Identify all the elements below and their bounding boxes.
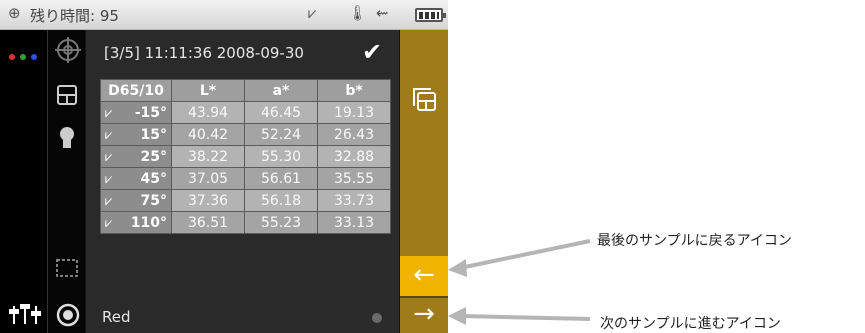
a-value: 55.23: [244, 211, 318, 234]
l-value: 40.42: [171, 123, 245, 146]
remaining-time-label: 残り時間: 95: [30, 7, 119, 25]
angle-icon: ⩗: [105, 149, 113, 165]
table-row: ⩗ 110° 36.51 55.23 33.13: [100, 211, 391, 234]
angle-cell: ⩗ -15°: [100, 101, 172, 124]
check-icon[interactable]: ✔: [362, 38, 382, 66]
mode-toolbar: [47, 30, 85, 333]
angle-cell: ⩗ 45°: [100, 167, 172, 190]
table-header-row: D65/10 L* a* b*: [100, 79, 391, 102]
a-value: 56.61: [244, 167, 318, 190]
b-value: 26.43: [317, 123, 391, 146]
b-value: 35.55: [317, 167, 391, 190]
selection-frame-icon[interactable]: [55, 258, 79, 278]
color-data-table: D65/10 L* a* b* ⩗ -15° 43.94 46.45 19.13 …: [100, 79, 391, 234]
angle-icon: ⩗: [105, 127, 113, 143]
menu-dots-icon[interactable]: [8, 46, 42, 60]
target-icon: ⊕: [8, 4, 21, 22]
column-header-illuminant: D65/10: [100, 79, 172, 102]
l-value: 38.22: [171, 145, 245, 168]
record-icon[interactable]: [56, 303, 80, 327]
callout-next-sample: 次のサンプルに進むアイコン: [600, 316, 781, 332]
a-value: 46.45: [244, 101, 318, 124]
b-value: 33.13: [317, 211, 391, 234]
angle-cell: ⩗ 75°: [100, 189, 172, 212]
callout-previous-sample: 最後のサンプルに戻るアイコン: [597, 233, 792, 249]
b-value: 32.88: [317, 145, 391, 168]
usb-icon: ⇜: [376, 4, 389, 22]
l-value: 37.36: [171, 189, 245, 212]
target-icon[interactable]: [54, 36, 82, 64]
angle-icon: ⩗: [105, 193, 113, 209]
table-row: ⩗ -15° 43.94 46.45 19.13: [100, 101, 391, 124]
angle-cell: ⩗ 15°: [100, 123, 172, 146]
previous-sample-button[interactable]: ←: [400, 256, 448, 296]
column-header-l: L*: [171, 79, 245, 102]
arrow-left-icon: ←: [413, 260, 435, 290]
angle-icon: ⩗: [308, 4, 317, 22]
l-value: 43.94: [171, 101, 245, 124]
table-row: ⩗ 15° 40.42 52.24 26.43: [100, 123, 391, 146]
thermometer-icon: 🌡︎: [348, 4, 368, 22]
b-value: 19.13: [317, 101, 391, 124]
a-value: 52.24: [244, 123, 318, 146]
table-row: ⩗ 75° 37.36 56.18 33.73: [100, 189, 391, 212]
table-row: ⩗ 45° 37.05 56.61 35.55: [100, 167, 391, 190]
a-value: 56.18: [244, 189, 318, 212]
table-row: ⩗ 25° 38.22 55.30 32.88: [100, 145, 391, 168]
view-grid-icon[interactable]: [55, 83, 79, 107]
compare-samples-icon[interactable]: [409, 84, 439, 114]
l-value: 36.51: [171, 211, 245, 234]
lightbulb-icon[interactable]: [58, 126, 76, 152]
sample-name: Red: [102, 308, 131, 326]
b-value: 33.73: [317, 189, 391, 212]
status-bar: ⊕ 残り時間: 95 ⩗ 🌡︎ ⇜: [0, 0, 448, 30]
angle-cell: ⩗ 110°: [100, 211, 172, 234]
sample-indicator-icon: [372, 313, 382, 323]
left-toolbar: [0, 30, 47, 333]
battery-icon: [415, 8, 446, 22]
next-sample-button[interactable]: →: [400, 298, 448, 333]
column-header-b: b*: [317, 79, 391, 102]
angle-icon: ⩗: [105, 105, 113, 121]
a-value: 55.30: [244, 145, 318, 168]
l-value: 37.05: [171, 167, 245, 190]
settings-sliders-icon[interactable]: [8, 300, 42, 326]
angle-cell: ⩗ 25°: [100, 145, 172, 168]
angle-icon: ⩗: [105, 171, 113, 187]
column-header-a: a*: [244, 79, 318, 102]
arrow-right-icon: →: [413, 299, 435, 329]
angle-icon: ⩗: [105, 215, 113, 231]
measurement-info: [3/5] 11:11:36 2008-09-30: [104, 44, 304, 62]
